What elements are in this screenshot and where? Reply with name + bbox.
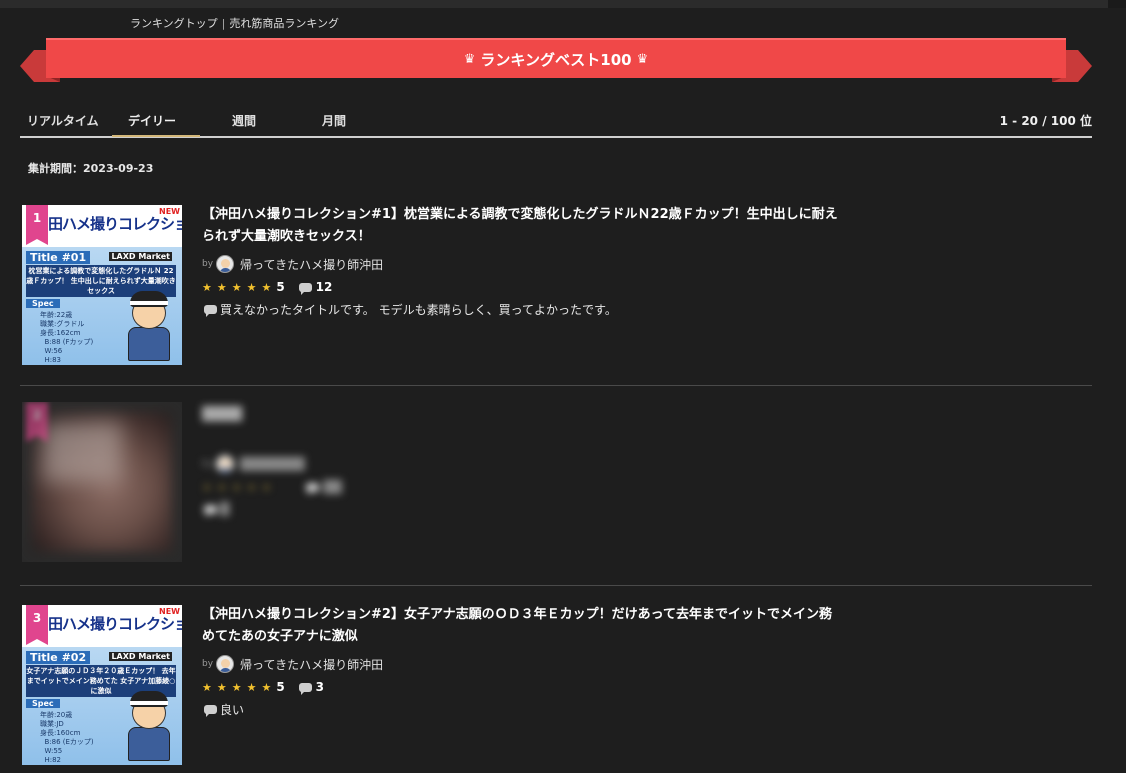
- rating-score: 5: [276, 280, 285, 294]
- breadcrumb-separator: |: [221, 17, 226, 30]
- ranking-banner: ♛ ランキングベスト100 ♛: [20, 36, 1092, 88]
- comment-icon: [204, 504, 217, 517]
- product-thumbnail[interactable]: 1 田ハメ撮りコレクショ NEW Title #01 LAXD Market 枕…: [22, 205, 182, 365]
- author-avatar[interactable]: [216, 655, 235, 673]
- thumb-brand: LAXD Market: [109, 652, 172, 661]
- by-label: by: [202, 659, 214, 669]
- ranking-item: 1 田ハメ撮りコレクショ NEW Title #01 LAXD Market 枕…: [20, 204, 1092, 386]
- breadcrumb-current: 売れ筋商品ランキング: [229, 17, 340, 30]
- thumb-series-title: 田ハメ撮りコレクショ: [48, 215, 182, 233]
- tab-weekly[interactable]: 週間: [232, 112, 256, 129]
- thumb-body: Title #01 LAXD Market 枕営業による調教で変態化したグラドル…: [22, 247, 182, 365]
- active-tab-indicator: [112, 135, 200, 137]
- top-bar: [0, 0, 1126, 8]
- thumb-series-title: 田ハメ撮りコレクショ: [48, 615, 182, 633]
- review-text: 買えなかったタイトルです。 モデルも素晴らしく、買ってよかったです。: [220, 302, 617, 317]
- item-content-blurred: ████ by ███████ ★★★★★ ██ █: [202, 404, 842, 518]
- author-avatar[interactable]: [216, 455, 235, 473]
- character-illustration: [122, 689, 176, 763]
- comment-icon: [298, 682, 312, 695]
- comment-icon: [204, 704, 217, 717]
- thumb-new-label: NEW: [159, 207, 180, 216]
- thumb-spec-label: Spec: [26, 299, 60, 308]
- thumb-brand: LAXD Market: [109, 252, 172, 261]
- item-review: 良い: [202, 700, 842, 718]
- author-name-link[interactable]: 帰ってきたハメ撮り師沖田: [240, 256, 383, 273]
- rank-badge: 1: [26, 205, 48, 245]
- author-avatar[interactable]: [216, 255, 235, 273]
- comment-icon: [298, 282, 312, 295]
- item-title-link[interactable]: 【沖田ハメ撮りコレクション#2】女子アナ志願のＯＤ３年Ｅカップ！だけあって去年ま…: [202, 604, 842, 648]
- scrollbar[interactable]: [1108, 0, 1126, 8]
- crown-icon: ♛: [463, 51, 476, 67]
- rank-badge: 3: [26, 605, 48, 645]
- comment-icon: [306, 482, 320, 495]
- breadcrumb-ranking-top[interactable]: ランキングトップ: [130, 17, 218, 30]
- product-thumbnail[interactable]: 3 田ハメ撮りコレクショ NEW Title #02 LAXD Market 女…: [22, 605, 182, 765]
- ranking-item: 3 田ハメ撮りコレクショ NEW Title #02 LAXD Market 女…: [20, 604, 1092, 773]
- item-stats: ★★★★★ 5 3: [202, 678, 842, 696]
- tab-realtime[interactable]: リアルタイム: [27, 112, 99, 129]
- by-label: by: [202, 259, 214, 269]
- author-name-link[interactable]: ███████: [240, 457, 305, 471]
- item-content: 【沖田ハメ撮りコレクション#2】女子アナ志願のＯＤ３年Ｅカップ！だけあって去年ま…: [202, 604, 842, 718]
- thumb-body: Title #02 LAXD Market 女子アナ志願のＪＤ３年２０歳Ｅカップ…: [22, 647, 182, 765]
- banner-title: ランキングベスト100: [480, 50, 632, 69]
- review-text: █: [220, 502, 230, 516]
- thumb-spec-lines: 年齢:22歳 職業:グラドル 身長:162cm B:88 (Fカップ) W:56…: [40, 311, 94, 364]
- rank-badge: 2: [26, 402, 48, 442]
- review-text: 良い: [220, 702, 245, 717]
- breadcrumb: ランキングトップ | 売れ筋商品ランキング: [130, 15, 339, 31]
- star-rating-icon: ★★★★★: [202, 680, 277, 694]
- item-title-link[interactable]: ████: [202, 404, 842, 426]
- star-rating-icon: ★★★★★: [202, 480, 277, 494]
- tab-daily[interactable]: デイリー: [128, 112, 176, 129]
- item-review: █: [202, 500, 842, 518]
- ribbon-main: ♛ ランキングベスト100 ♛: [46, 38, 1066, 78]
- comment-count: 3: [315, 680, 325, 694]
- aggregation-period: 集計期間：2023-09-23: [28, 162, 154, 175]
- thumb-title-label: Title #01: [26, 251, 91, 264]
- item-author: by 帰ってきたハメ撮り師沖田: [202, 654, 842, 674]
- thumb-spec-label: Spec: [26, 699, 60, 708]
- character-illustration: [122, 289, 176, 363]
- item-stats: ★★★★★ 5 12: [202, 278, 842, 296]
- comment-icon: [204, 304, 217, 317]
- product-thumbnail-blurred[interactable]: 2: [22, 402, 182, 562]
- item-review: 買えなかったタイトルです。 モデルも素晴らしく、買ってよかったです。: [202, 300, 842, 318]
- item-title-link[interactable]: 【沖田ハメ撮りコレクション#1】枕営業による調教で変態化したグラドルＮ22歳Ｆカ…: [202, 204, 842, 248]
- tab-monthly[interactable]: 月間: [322, 112, 346, 129]
- thumb-new-label: NEW: [159, 607, 180, 616]
- blurred-image-highlight: [42, 422, 122, 482]
- rating-score: 5: [276, 680, 285, 694]
- author-name-link[interactable]: 帰ってきたハメ撮り師沖田: [240, 656, 383, 673]
- item-stats: ★★★★★ ██: [202, 478, 842, 496]
- star-rating-icon: ★★★★★: [202, 280, 277, 294]
- thumb-spec-lines: 年齢:20歳 職業:JD 身長:160cm B:86 (Eカップ) W:55 H…: [40, 711, 94, 764]
- rank-range: 1 - 20 / 100 位: [999, 114, 1092, 128]
- comment-count: 12: [315, 280, 333, 294]
- item-content: 【沖田ハメ撮りコレクション#1】枕営業による調教で変態化したグラドルＮ22歳Ｆカ…: [202, 204, 842, 318]
- banner-title-wrap: ♛ ランキングベスト100 ♛: [464, 49, 648, 70]
- crown-icon: ♛: [636, 51, 649, 67]
- comment-count: ██: [323, 480, 342, 494]
- period-tabs: リアルタイム デイリー 週間 月間 1 - 20 / 100 位: [20, 108, 1092, 138]
- item-author: by 帰ってきたハメ撮り師沖田: [202, 254, 842, 274]
- item-author: by ███████: [202, 454, 842, 474]
- by-label: by: [202, 459, 214, 469]
- ranking-item: 2 ████ by ███████ ★★★★★ ██ █: [20, 400, 1092, 586]
- thumb-title-label: Title #02: [26, 651, 91, 664]
